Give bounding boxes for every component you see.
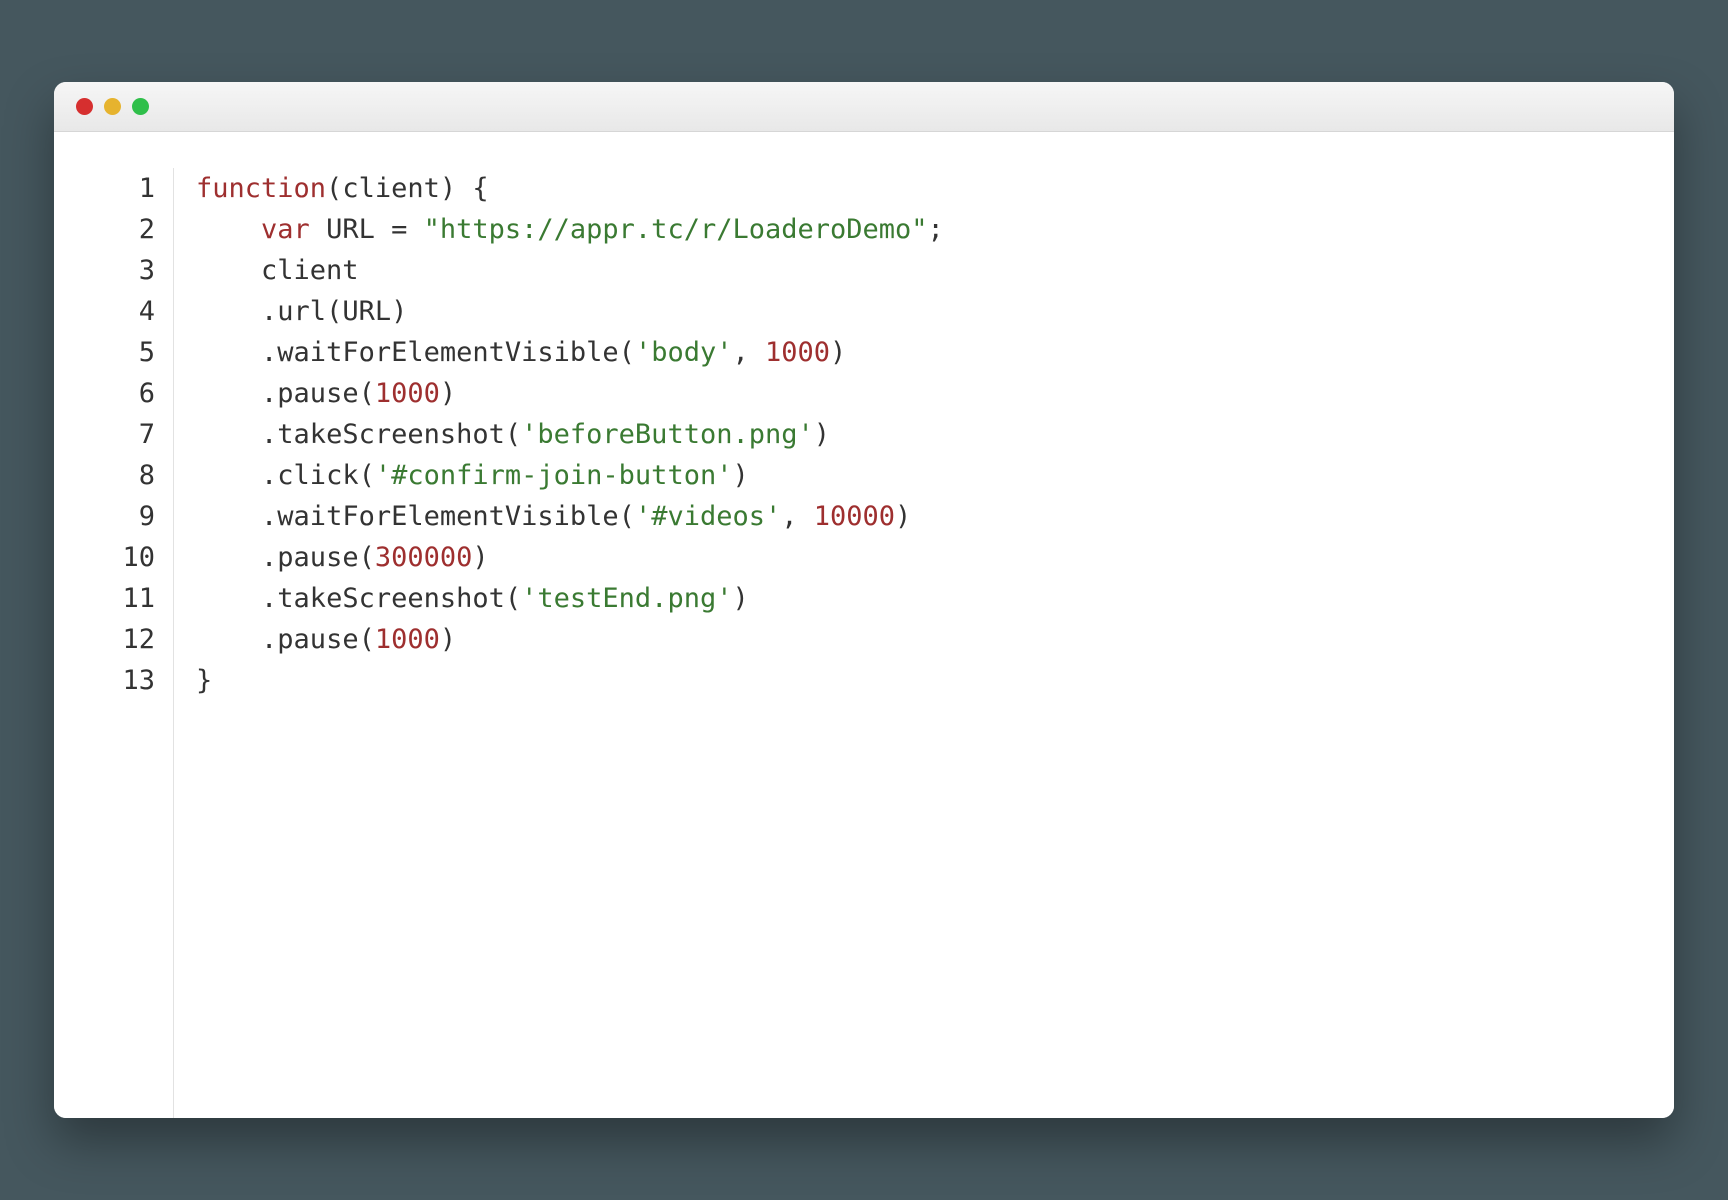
line-number: 2 xyxy=(54,209,155,250)
code-line: .pause(1000) xyxy=(196,619,1674,660)
code-token: var xyxy=(261,214,310,245)
code-token: client xyxy=(261,255,359,286)
code-token: ) xyxy=(895,501,911,532)
code-token: . xyxy=(261,296,277,327)
code-token: . xyxy=(261,419,277,450)
editor-window: 12345678910111213 function(client) { var… xyxy=(54,82,1674,1118)
line-number: 13 xyxy=(54,660,155,701)
line-number: 10 xyxy=(54,537,155,578)
minimize-icon[interactable] xyxy=(104,98,121,115)
code-token: client xyxy=(342,173,440,204)
code-content[interactable]: function(client) { var URL = "https://ap… xyxy=(174,168,1674,1118)
code-editor[interactable]: 12345678910111213 function(client) { var… xyxy=(54,132,1674,1118)
titlebar xyxy=(54,82,1674,132)
maximize-icon[interactable] xyxy=(132,98,149,115)
code-token: ) xyxy=(830,337,846,368)
line-number: 12 xyxy=(54,619,155,660)
code-token: ; xyxy=(928,214,944,245)
code-token: '#videos' xyxy=(635,501,781,532)
code-token: URL xyxy=(310,214,391,245)
code-token: . xyxy=(261,542,277,573)
code-token: . xyxy=(261,378,277,409)
line-number: 8 xyxy=(54,455,155,496)
code-line: .waitForElementVisible('#videos', 10000) xyxy=(196,496,1674,537)
code-token: = xyxy=(391,214,424,245)
code-token: ( xyxy=(326,173,342,204)
code-line: .url(URL) xyxy=(196,291,1674,332)
code-token: ( xyxy=(619,501,635,532)
code-token: "https://appr.tc/r/LoaderoDemo" xyxy=(424,214,928,245)
line-number: 7 xyxy=(54,414,155,455)
line-number: 4 xyxy=(54,291,155,332)
code-token: pause xyxy=(277,624,358,655)
code-line: .pause(300000) xyxy=(196,537,1674,578)
code-token: function xyxy=(196,173,326,204)
code-token: 300000 xyxy=(375,542,473,573)
code-line: } xyxy=(196,660,1674,701)
code-line: .takeScreenshot('testEnd.png') xyxy=(196,578,1674,619)
code-token: waitForElementVisible xyxy=(277,337,618,368)
code-token: ( xyxy=(505,419,521,450)
close-icon[interactable] xyxy=(76,98,93,115)
line-number: 5 xyxy=(54,332,155,373)
line-number-gutter: 12345678910111213 xyxy=(54,168,174,1118)
code-token: . xyxy=(261,337,277,368)
code-line: .waitForElementVisible('body', 1000) xyxy=(196,332,1674,373)
code-token: , xyxy=(732,337,765,368)
code-line: var URL = "https://appr.tc/r/LoaderoDemo… xyxy=(196,209,1674,250)
code-token: 'body' xyxy=(635,337,733,368)
code-line: .takeScreenshot('beforeButton.png') xyxy=(196,414,1674,455)
code-token: pause xyxy=(277,378,358,409)
code-token: ( xyxy=(326,296,342,327)
code-token: 1000 xyxy=(375,624,440,655)
code-token: , xyxy=(781,501,814,532)
code-token: ) { xyxy=(440,173,489,204)
code-token: ) xyxy=(732,583,748,614)
code-token: ) xyxy=(814,419,830,450)
code-line: function(client) { xyxy=(196,168,1674,209)
code-token: takeScreenshot xyxy=(277,583,505,614)
code-token: } xyxy=(196,665,212,696)
line-number: 1 xyxy=(54,168,155,209)
code-token: . xyxy=(261,583,277,614)
code-token: click xyxy=(277,460,358,491)
code-token: 1000 xyxy=(765,337,830,368)
code-token: 'testEnd.png' xyxy=(521,583,732,614)
code-token: takeScreenshot xyxy=(277,419,505,450)
code-token: 1000 xyxy=(375,378,440,409)
code-token: ) xyxy=(732,460,748,491)
code-token: ) xyxy=(472,542,488,573)
code-token: ( xyxy=(505,583,521,614)
code-token: . xyxy=(261,460,277,491)
code-token: ( xyxy=(359,378,375,409)
code-token: pause xyxy=(277,542,358,573)
code-line: client xyxy=(196,250,1674,291)
code-token: 10000 xyxy=(814,501,895,532)
code-token: ( xyxy=(359,542,375,573)
code-token: url xyxy=(277,296,326,327)
code-token: ) xyxy=(440,624,456,655)
code-line: .click('#confirm-join-button') xyxy=(196,455,1674,496)
code-token: waitForElementVisible xyxy=(277,501,618,532)
code-token: . xyxy=(261,624,277,655)
code-token: ( xyxy=(619,337,635,368)
code-token: URL xyxy=(342,296,391,327)
code-token: ( xyxy=(359,624,375,655)
code-token: ) xyxy=(440,378,456,409)
code-token: . xyxy=(261,501,277,532)
line-number: 11 xyxy=(54,578,155,619)
code-line: .pause(1000) xyxy=(196,373,1674,414)
code-token: ( xyxy=(359,460,375,491)
line-number: 3 xyxy=(54,250,155,291)
line-number: 6 xyxy=(54,373,155,414)
code-token: '#confirm-join-button' xyxy=(375,460,733,491)
code-token: 'beforeButton.png' xyxy=(521,419,814,450)
line-number: 9 xyxy=(54,496,155,537)
code-token: ) xyxy=(391,296,407,327)
